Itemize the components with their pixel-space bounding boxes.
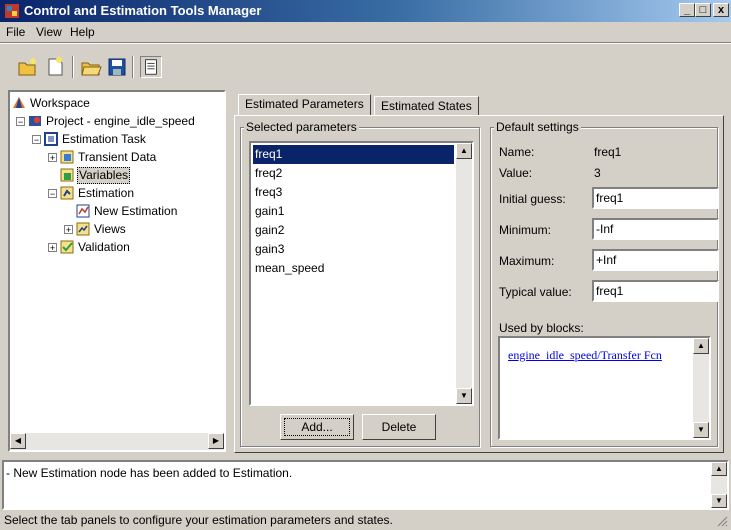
window-title: Control and Estimation Tools Manager [24,3,262,18]
open-folder-icon[interactable] [80,56,102,78]
scroll-left-icon[interactable]: ◀ [10,433,26,449]
name-value: freq1 [594,145,622,159]
data-table-icon [60,150,74,164]
scroll-right-icon[interactable]: ▶ [208,433,224,449]
add-button[interactable]: Add... [280,414,354,440]
collapse-icon[interactable]: − [32,135,41,145]
workspace-icon [13,97,25,108]
tree-horizontal-scrollbar[interactable]: ◀ ▶ [10,433,224,450]
scroll-up-icon[interactable]: ▲ [456,143,472,159]
log-panel: - New Estimation node has been added to … [2,460,729,510]
scroll-down-icon[interactable]: ▼ [711,494,727,508]
validation-icon [60,240,74,254]
menu-bar: File View Help [0,22,731,42]
list-item[interactable]: gain3 [253,240,454,259]
list-item[interactable]: freq3 [253,183,454,202]
initial-guess-field[interactable]: freq1 [592,187,719,209]
list-item[interactable]: mean_speed [253,259,454,278]
value-label: Value: [499,166,533,180]
project-icon [29,116,41,126]
views-icon [76,222,90,236]
minimum-label: Minimum: [499,223,552,237]
used-by-blocks-label: Used by blocks: [499,321,584,335]
list-item[interactable]: freq2 [253,164,454,183]
initial-guess-label: Initial guess: [499,192,566,206]
list-vertical-scrollbar[interactable]: ▲ ▼ [456,143,472,404]
save-icon[interactable] [106,56,128,78]
expand-icon[interactable]: + [48,153,57,163]
log-message: - New Estimation node has been added to … [6,466,293,480]
tree-label-new-estimation: New Estimation [94,204,178,218]
tree-label-project: Project - engine_idle_speed [46,114,195,128]
properties-icon[interactable] [140,56,162,78]
status-text: Select the tab panels to configure your … [4,513,393,527]
tree-label-estimation-task: Estimation Task [62,132,146,146]
log-vertical-scrollbar[interactable]: ▲ ▼ [711,462,727,508]
minimize-button[interactable]: _ [679,3,695,17]
scroll-down-icon[interactable]: ▼ [456,388,472,404]
new-estimation-icon [76,204,90,218]
block-link[interactable]: engine_idle_speed/Transfer Fcn [508,348,662,363]
typical-value-label: Typical value: [499,285,572,299]
minimum-field[interactable]: -Inf [592,218,719,240]
menu-help[interactable]: Help [70,25,95,39]
new-document-icon[interactable] [44,56,66,78]
collapse-icon[interactable]: − [48,189,57,199]
parameters-list[interactable]: freq1 freq2 freq3 gain1 gain2 gain3 mean… [249,141,474,406]
expand-icon[interactable]: + [64,225,73,235]
tab-estimated-states[interactable]: Estimated States [374,96,479,116]
task-icon [44,132,58,146]
default-settings-legend: Default settings [494,120,581,134]
variables-icon [60,168,74,182]
toolbar [0,44,731,88]
estimation-icon [60,186,74,200]
project-tree: Workspace − Project - engine_idle_speed … [8,90,226,452]
menu-view[interactable]: View [36,25,62,39]
tree-label-estimation: Estimation [78,186,135,200]
tree-label-transient-data: Transient Data [78,150,157,164]
maximize-button[interactable]: □ [695,3,711,17]
value-value: 3 [594,166,601,180]
scroll-up-icon[interactable]: ▲ [693,338,709,354]
maximum-label: Maximum: [499,254,555,268]
tree-label-validation: Validation [78,240,130,254]
collapse-icon[interactable]: − [16,117,25,127]
list-item[interactable]: gain1 [253,202,454,221]
tree-label-variables: Variables [77,167,131,184]
scroll-up-icon[interactable]: ▲ [711,462,727,476]
name-label: Name: [499,145,535,159]
tree-label-workspace: Workspace [30,96,90,110]
maximum-field[interactable]: +Inf [592,249,719,271]
typical-value-field[interactable]: freq1 [592,280,719,302]
new-project-icon[interactable] [16,56,38,78]
blocks-vertical-scrollbar[interactable]: ▲ ▼ [693,338,709,438]
title-bar: Control and Estimation Tools Manager _ □… [0,0,731,22]
list-item[interactable]: gain2 [253,221,454,240]
tab-estimated-parameters[interactable]: Estimated Parameters [238,94,371,116]
used-by-blocks-list: engine_idle_speed/Transfer Fcn ▲ ▼ [498,336,711,440]
expand-icon[interactable]: + [48,243,57,253]
list-item[interactable]: freq1 [253,145,454,164]
menu-file[interactable]: File [6,25,25,39]
app-icon [5,4,19,18]
resize-grip-icon[interactable] [716,515,728,527]
selected-parameters-legend: Selected parameters [244,120,359,134]
tree-label-views: Views [94,222,126,236]
close-button[interactable]: x [713,3,729,17]
delete-button[interactable]: Delete [362,414,436,440]
scroll-down-icon[interactable]: ▼ [693,422,709,438]
